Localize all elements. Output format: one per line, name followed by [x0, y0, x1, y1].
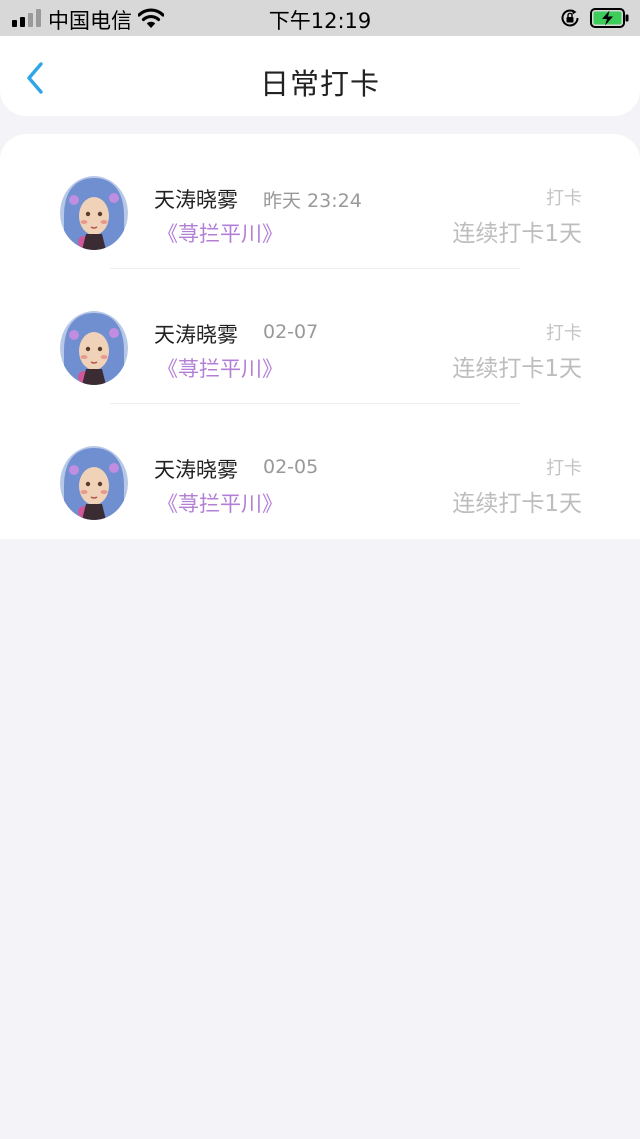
checkin-time: 昨天 23:24	[263, 190, 362, 212]
clock-label: 下午12:19	[268, 9, 372, 33]
user-name: 天涛晓雾	[154, 458, 238, 482]
battery-charging-icon	[590, 8, 629, 28]
streak-label: 连续打卡1天	[452, 356, 582, 382]
checkin-time: 02-05	[263, 456, 319, 478]
nav-header: 日常打卡	[0, 36, 640, 116]
book-title-link[interactable]: 《荨拦平川》	[157, 488, 283, 518]
user-avatar[interactable]	[60, 176, 128, 250]
book-title-link[interactable]: 《荨拦平川》	[157, 218, 283, 248]
user-name: 天涛晓雾	[154, 323, 238, 347]
streak-label: 连续打卡1天	[452, 221, 582, 247]
status-bar: 中国电信 下午12:19	[0, 0, 640, 36]
user-avatar[interactable]	[60, 446, 128, 520]
checkin-item[interactable]: 天涛晓雾 昨天 23:24 《荨拦平川》 打卡 连续打卡1天	[0, 134, 640, 269]
checkin-tag: 打卡	[546, 458, 582, 479]
user-avatar[interactable]	[60, 311, 128, 385]
checkin-item[interactable]: 天涛晓雾 02-05 《荨拦平川》 打卡 连续打卡1天	[0, 404, 640, 539]
checkin-item[interactable]: 天涛晓雾 02-07 《荨拦平川》 打卡 连续打卡1天	[0, 269, 640, 404]
page-title: 日常打卡	[259, 67, 380, 101]
checkin-tag: 打卡	[546, 323, 582, 344]
streak-label: 连续打卡1天	[452, 491, 582, 517]
user-name: 天涛晓雾	[154, 188, 238, 212]
rotation-lock-icon	[561, 9, 579, 27]
checkin-time: 02-07	[263, 321, 319, 343]
checkin-list: 天涛晓雾 昨天 23:24 《荨拦平川》 打卡 连续打卡1天 天涛晓雾 02-0…	[0, 134, 640, 539]
checkin-tag: 打卡	[546, 188, 582, 209]
book-title-link[interactable]: 《荨拦平川》	[157, 353, 283, 383]
